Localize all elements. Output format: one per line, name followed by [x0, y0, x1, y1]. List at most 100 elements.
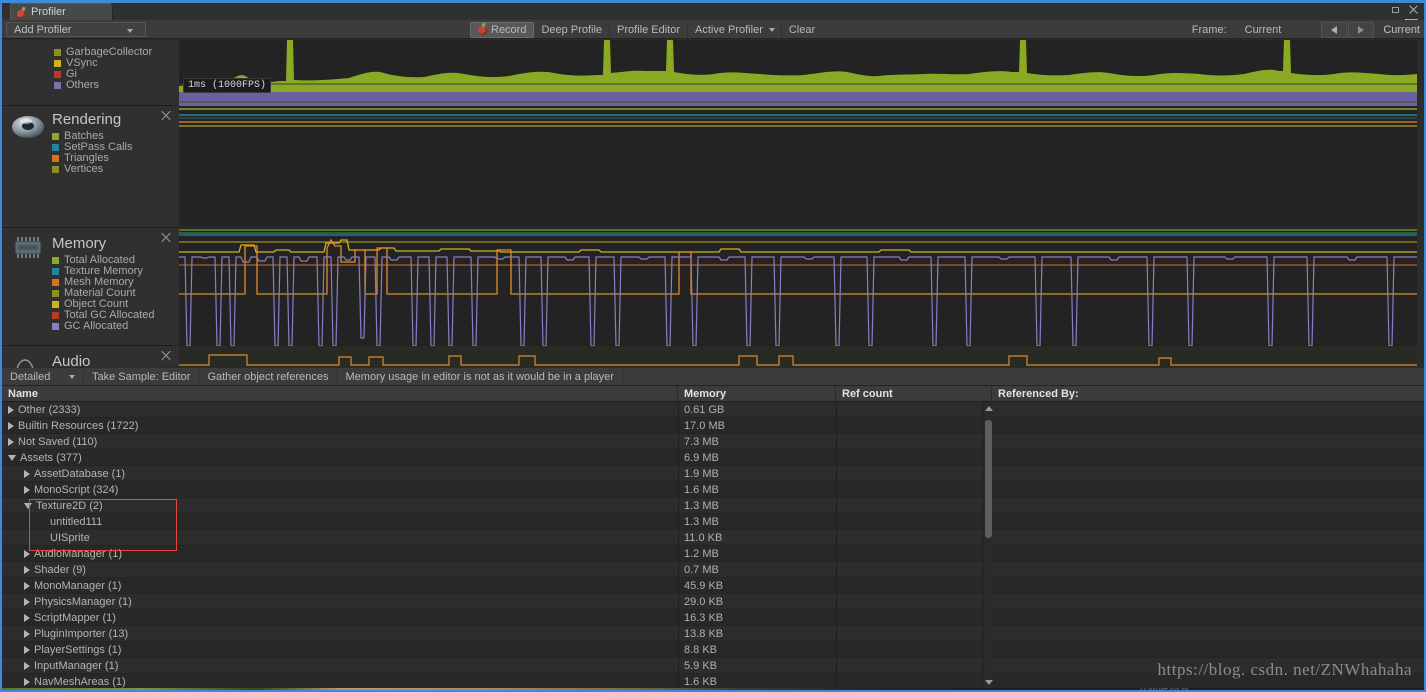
table-row[interactable]: PhysicsManager (1) 29.0 KB	[2, 594, 1424, 610]
table-row[interactable]: MonoScript (324) 1.6 MB	[2, 482, 1424, 498]
table-vertical-scrollbar[interactable]	[982, 402, 993, 688]
row-name-cell[interactable]: AssetDatabase (1)	[2, 466, 678, 482]
take-sample-button[interactable]: Take Sample: Editor	[84, 368, 200, 385]
active-profiler-dropdown[interactable]: Active Profiler	[688, 22, 782, 38]
record-button[interactable]: Record	[470, 22, 535, 38]
row-name-cell[interactable]: Other (2333)	[2, 402, 678, 418]
row-name-cell[interactable]: NavMeshAreas (1)	[2, 674, 678, 689]
row-name-cell[interactable]: PlayerSettings (1)	[2, 642, 678, 658]
table-row[interactable]: Shader (9) 0.7 MB	[2, 562, 1424, 578]
table-row[interactable]: ScriptMapper (1) 16.3 KB	[2, 610, 1424, 626]
add-profiler-dropdown[interactable]: Add Profiler	[6, 22, 146, 37]
chevron-right-icon[interactable]	[24, 661, 30, 670]
row-refcount-cell	[842, 610, 992, 626]
row-refcount-cell	[842, 578, 992, 594]
row-name-cell[interactable]: Texture2D (2)	[2, 498, 678, 514]
row-name-cell[interactable]: PhysicsManager (1)	[2, 594, 678, 610]
graph-lane-memory[interactable]: Memory Total Allocated Texture Memory Me…	[2, 228, 179, 346]
row-name-cell[interactable]: UISprite	[2, 530, 678, 546]
table-row[interactable]: Texture2D (2) 1.3 MB	[2, 498, 1424, 514]
chevron-right-icon[interactable]	[24, 613, 30, 622]
chevron-right-icon[interactable]	[24, 485, 30, 494]
table-row[interactable]: PlayerSettings (1) 8.8 KB	[2, 642, 1424, 658]
column-header-memory[interactable]: Memory	[678, 386, 836, 402]
profile-editor-button[interactable]: Profile Editor	[610, 22, 688, 38]
close-icon[interactable]	[160, 350, 171, 361]
graph-lane-rendering[interactable]: Rendering Batches SetPass Calls Triangle…	[2, 106, 179, 228]
cpu-usage-plot[interactable]: 1ms (1000FPS)	[179, 40, 1417, 106]
close-icon[interactable]	[160, 232, 171, 243]
chevron-down-icon	[768, 28, 775, 32]
table-row[interactable]: PluginImporter (13) 13.8 KB	[2, 626, 1424, 642]
column-header-refcount[interactable]: Ref count	[836, 386, 992, 402]
table-row[interactable]: Assets (377) 6.9 MB	[2, 450, 1424, 466]
row-refcount-cell	[842, 498, 992, 514]
current-frame-button[interactable]: Current	[1383, 24, 1420, 36]
chevron-right-icon[interactable]	[24, 549, 30, 558]
row-name-cell[interactable]: InputManager (1)	[2, 658, 678, 674]
rendering-chart	[179, 106, 1417, 228]
row-name-cell[interactable]: AudioManager (1)	[2, 546, 678, 562]
legend-swatch	[54, 82, 61, 89]
legend-swatch	[52, 301, 59, 308]
row-name-label: Not Saved (110)	[18, 435, 98, 448]
table-row[interactable]: untitled111 1.3 MB	[2, 514, 1424, 530]
prev-frame-button[interactable]	[1321, 22, 1348, 38]
table-body[interactable]: Other (2333) 0.61 GB Builtin Resources (17…	[2, 402, 1424, 688]
row-name-cell[interactable]: Builtin Resources (1722)	[2, 418, 678, 434]
table-row[interactable]: UISprite 11.0 KB	[2, 530, 1424, 546]
row-name-cell[interactable]: MonoManager (1)	[2, 578, 678, 594]
row-name-cell[interactable]: untitled111	[2, 514, 678, 530]
chevron-right-icon[interactable]	[24, 645, 30, 654]
chevron-right-icon[interactable]	[24, 629, 30, 638]
minimize-icon[interactable]	[1391, 5, 1401, 15]
table-row[interactable]: Not Saved (110) 7.3 MB	[2, 434, 1424, 450]
row-name-cell[interactable]: Assets (377)	[2, 450, 678, 466]
chevron-right-icon[interactable]	[8, 405, 14, 414]
gather-object-references-toggle[interactable]: Gather object references	[199, 368, 338, 385]
column-header-name[interactable]: Name	[2, 386, 678, 402]
chevron-right-icon[interactable]	[8, 437, 14, 446]
deep-profile-button[interactable]: Deep Profile	[534, 22, 611, 38]
row-name-label: InputManager (1)	[34, 659, 119, 672]
graph-vertical-scrollbar[interactable]	[1417, 40, 1424, 367]
table-row[interactable]: MonoManager (1) 45.9 KB	[2, 578, 1424, 594]
row-name-cell[interactable]: MonoScript (324)	[2, 482, 678, 498]
chevron-right-icon[interactable]	[24, 677, 30, 686]
arrow-down-icon[interactable]	[984, 677, 993, 687]
chevron-down-icon[interactable]	[24, 502, 32, 509]
close-icon[interactable]	[1408, 5, 1418, 15]
table-row[interactable]: AssetDatabase (1) 1.9 MB	[2, 466, 1424, 482]
arrow-up-icon[interactable]	[984, 403, 993, 413]
table-row[interactable]: Other (2333) 0.61 GB	[2, 402, 1424, 418]
chevron-right-icon[interactable]	[8, 421, 14, 430]
row-name-cell[interactable]: PluginImporter (13)	[2, 626, 678, 642]
row-name-cell[interactable]: Shader (9)	[2, 562, 678, 578]
audio-chart	[179, 346, 1417, 367]
legend-item[interactable]: GC Allocated	[52, 321, 155, 332]
chevron-right-icon[interactable]	[24, 565, 30, 574]
chevron-down-icon[interactable]	[8, 454, 16, 461]
rendering-plot[interactable]	[179, 106, 1417, 228]
memory-plot[interactable]	[179, 228, 1417, 346]
audio-plot[interactable]	[179, 346, 1417, 367]
chevron-right-icon[interactable]	[24, 469, 30, 478]
row-name-cell[interactable]: Not Saved (110)	[2, 434, 678, 450]
tab-profiler[interactable]: Profiler	[10, 3, 113, 20]
scrollbar-thumb[interactable]	[985, 420, 992, 538]
close-icon[interactable]	[160, 110, 171, 121]
graph-lane-cpu[interactable]: GarbageCollector VSync Gi Others	[2, 40, 179, 106]
chevron-right-icon[interactable]	[24, 581, 30, 590]
table-row[interactable]: AudioManager (1) 1.2 MB	[2, 546, 1424, 562]
next-frame-button[interactable]	[1348, 22, 1375, 38]
row-memory-cell: 1.6 KB	[684, 675, 718, 688]
column-header-referenced[interactable]: Referenced By:	[992, 386, 1424, 402]
memory-mode-dropdown[interactable]: Detailed	[2, 368, 84, 385]
table-row[interactable]: Builtin Resources (1722) 17.0 MB	[2, 418, 1424, 434]
graph-lane-audio[interactable]: Audio	[2, 346, 179, 370]
row-name-cell[interactable]: ScriptMapper (1)	[2, 610, 678, 626]
chevron-right-icon[interactable]	[24, 597, 30, 606]
clear-button[interactable]: Clear	[782, 22, 822, 38]
legend-item[interactable]: Others	[54, 80, 179, 91]
legend-item[interactable]: Vertices	[52, 164, 132, 175]
